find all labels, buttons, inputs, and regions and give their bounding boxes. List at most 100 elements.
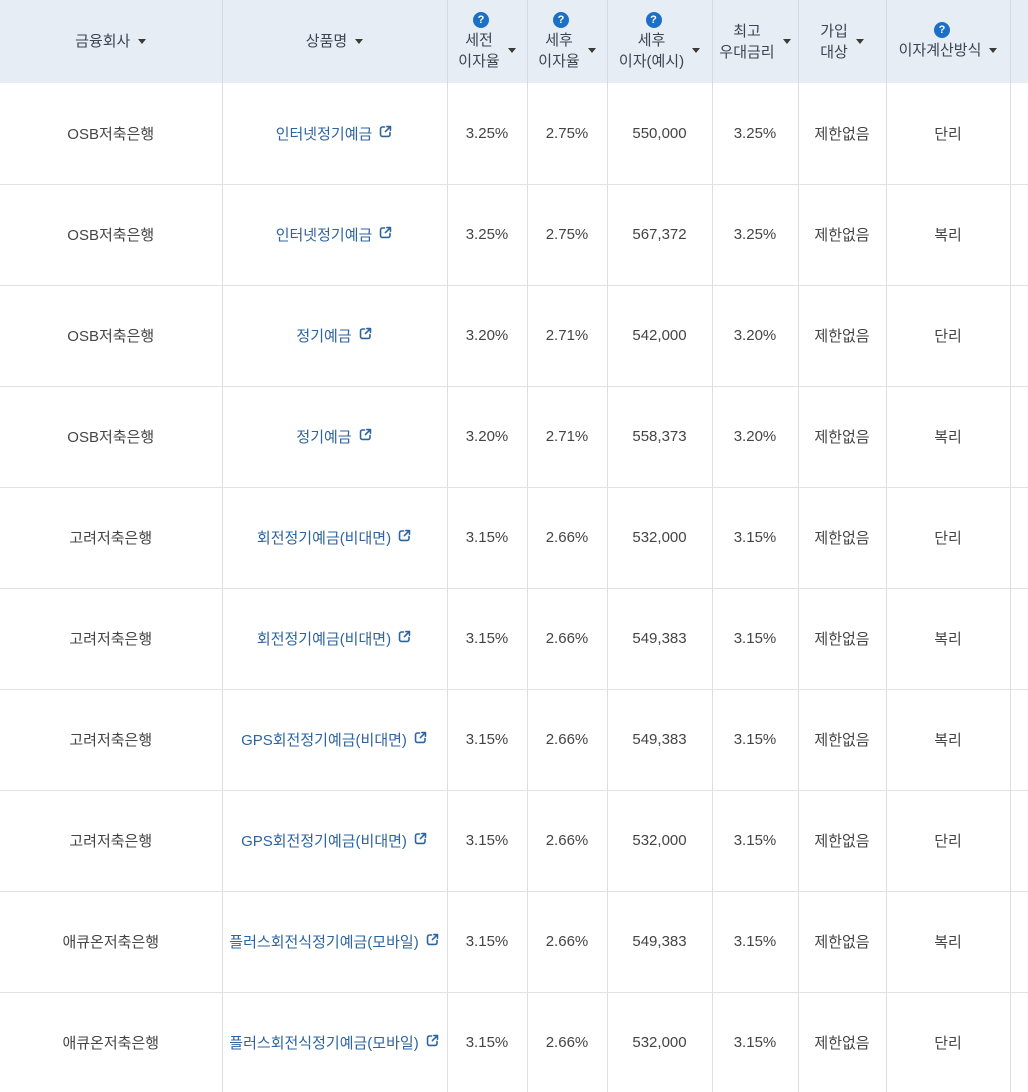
external-link-icon <box>397 629 412 648</box>
column-header-after-tax-rate[interactable]: ? 세후 이자율 <box>527 0 607 83</box>
product-cell: 회전정기예금(비대면) <box>222 487 447 588</box>
company-cell: 애큐온저축은행 <box>0 992 222 1092</box>
after-tax-rate-cell: 2.66% <box>527 588 607 689</box>
product-link[interactable]: 회전정기예금(비대면) <box>257 527 412 548</box>
column-label: 금융회사 <box>75 31 130 52</box>
sort-arrow-icon[interactable] <box>692 48 700 53</box>
sort-arrow-icon[interactable] <box>989 48 997 53</box>
product-link[interactable]: 인터넷정기예금 <box>276 123 394 144</box>
after-tax-interest-cell: 567,372 <box>607 184 712 285</box>
product-cell: 회전정기예금(비대면) <box>222 588 447 689</box>
eligibility-cell: 제한없음 <box>798 790 886 891</box>
sort-arrow-icon[interactable] <box>588 48 596 53</box>
company-cell: OSB저축은행 <box>0 386 222 487</box>
after-tax-rate-cell: 2.66% <box>527 689 607 790</box>
help-icon[interactable]: ? <box>934 22 950 38</box>
column-label: 상품명 <box>306 31 347 52</box>
product-link[interactable]: 플러스회전식정기예금(모바일) <box>229 931 439 952</box>
sort-arrow-icon[interactable] <box>783 39 791 44</box>
product-cell: 인터넷정기예금 <box>222 184 447 285</box>
max-bonus-rate-cell: 3.20% <box>712 285 798 386</box>
cutoff-cell <box>1010 891 1028 992</box>
table-row: 고려저축은행 GPS회전정기예금(비대면) 3.15% <box>0 790 1028 891</box>
pre-tax-rate-cell: 3.15% <box>447 487 527 588</box>
product-name: 정기예금 <box>296 426 351 447</box>
eligibility-cell: 제한없음 <box>798 992 886 1092</box>
column-header-pre-tax-rate[interactable]: ? 세전 이자율 <box>447 0 527 83</box>
product-cell: GPS회전정기예금(비대면) <box>222 790 447 891</box>
sort-arrow-icon[interactable] <box>856 39 864 44</box>
max-bonus-rate-cell: 3.15% <box>712 790 798 891</box>
after-tax-interest-cell: 549,383 <box>607 588 712 689</box>
product-link[interactable]: 회전정기예금(비대면) <box>257 628 412 649</box>
column-header-calc-method[interactable]: ? 이자계산방식 <box>886 0 1010 83</box>
column-header-eligibility[interactable]: 가입 대상 <box>798 0 886 83</box>
column-label: 이자율 <box>538 51 579 72</box>
eligibility-cell: 제한없음 <box>798 184 886 285</box>
column-label: 가입 <box>820 21 848 42</box>
product-name: GPS회전정기예금(비대면) <box>241 830 407 851</box>
after-tax-rate-cell: 2.66% <box>527 790 607 891</box>
product-cell: 정기예금 <box>222 285 447 386</box>
calc-method-cell: 복리 <box>886 891 1010 992</box>
product-link[interactable]: 인터넷정기예금 <box>276 224 394 245</box>
help-icon[interactable]: ? <box>473 12 489 28</box>
cutoff-cell <box>1010 386 1028 487</box>
sort-arrow-icon[interactable] <box>508 48 516 53</box>
external-link-icon <box>413 831 428 850</box>
product-name: 회전정기예금(비대면) <box>257 527 391 548</box>
max-bonus-rate-cell: 3.25% <box>712 83 798 184</box>
external-link-icon <box>425 932 440 951</box>
help-icon[interactable]: ? <box>553 12 569 28</box>
column-header-product[interactable]: 상품명 <box>222 0 447 83</box>
eligibility-cell: 제한없음 <box>798 487 886 588</box>
calc-method-cell: 단리 <box>886 790 1010 891</box>
product-link[interactable]: 플러스회전식정기예금(모바일) <box>229 1032 439 1053</box>
company-cell: 애큐온저축은행 <box>0 891 222 992</box>
column-label: 이자(예시) <box>619 51 684 72</box>
product-name: 정기예금 <box>296 325 351 346</box>
table-row: 애큐온저축은행 플러스회전식정기예금(모바일) 3.15% <box>0 992 1028 1092</box>
column-header-after-tax-interest[interactable]: ? 세후 이자(예시) <box>607 0 712 83</box>
eligibility-cell: 제한없음 <box>798 386 886 487</box>
column-header-company[interactable]: 금융회사 <box>0 0 222 83</box>
product-name: GPS회전정기예금(비대면) <box>241 729 407 750</box>
company-cell: 고려저축은행 <box>0 790 222 891</box>
calc-method-cell: 단리 <box>886 992 1010 1092</box>
column-label: 이자율 <box>458 51 499 72</box>
column-label: 이자계산방식 <box>899 40 982 61</box>
column-header-max-bonus-rate[interactable]: 최고 우대금리 <box>712 0 798 83</box>
table-row: OSB저축은행 인터넷정기예금 3.25% 2.7 <box>0 184 1028 285</box>
company-cell: 고려저축은행 <box>0 487 222 588</box>
cutoff-cell <box>1010 689 1028 790</box>
calc-method-cell: 단리 <box>886 487 1010 588</box>
cutoff-cell <box>1010 790 1028 891</box>
product-name: 플러스회전식정기예금(모바일) <box>229 1032 418 1053</box>
help-icon[interactable]: ? <box>646 12 662 28</box>
pre-tax-rate-cell: 3.15% <box>447 790 527 891</box>
pre-tax-rate-cell: 3.20% <box>447 386 527 487</box>
max-bonus-rate-cell: 3.15% <box>712 992 798 1092</box>
product-name: 인터넷정기예금 <box>276 123 373 144</box>
calc-method-cell: 단리 <box>886 83 1010 184</box>
column-label: 최고 <box>733 21 761 42</box>
table-row: 고려저축은행 회전정기예금(비대면) 3.15% <box>0 588 1028 689</box>
product-link[interactable]: 정기예금 <box>296 325 372 346</box>
after-tax-interest-cell: 532,000 <box>607 790 712 891</box>
table-row: 고려저축은행 회전정기예금(비대면) 3.15% <box>0 487 1028 588</box>
cutoff-cell <box>1010 285 1028 386</box>
product-link[interactable]: GPS회전정기예금(비대면) <box>241 729 428 750</box>
product-name: 플러스회전식정기예금(모바일) <box>229 931 418 952</box>
sort-arrow-icon[interactable] <box>138 39 146 44</box>
product-link[interactable]: 정기예금 <box>296 426 372 447</box>
company-cell: 고려저축은행 <box>0 588 222 689</box>
column-label: 대상 <box>820 42 848 63</box>
pre-tax-rate-cell: 3.15% <box>447 588 527 689</box>
pre-tax-rate-cell: 3.15% <box>447 689 527 790</box>
cutoff-cell <box>1010 588 1028 689</box>
product-link[interactable]: GPS회전정기예금(비대면) <box>241 830 428 851</box>
product-cell: 플러스회전식정기예금(모바일) <box>222 891 447 992</box>
cutoff-cell <box>1010 487 1028 588</box>
table-row: OSB저축은행 정기예금 3.20% 2.71% <box>0 285 1028 386</box>
sort-arrow-icon[interactable] <box>355 39 363 44</box>
